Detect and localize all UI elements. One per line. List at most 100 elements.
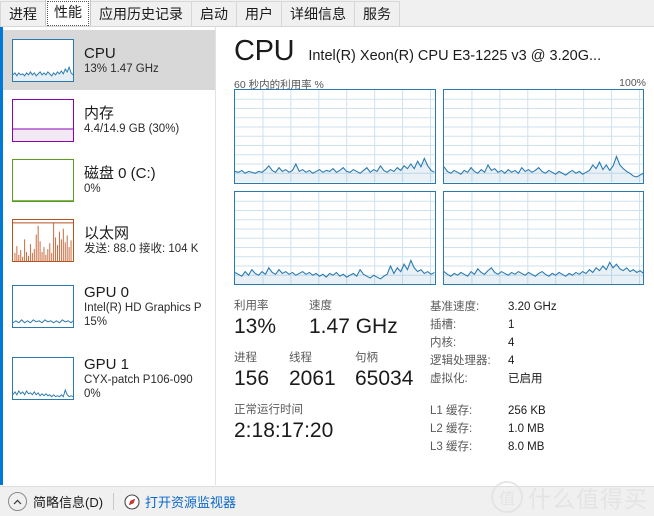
detail-l2-cache-value: 1.0 MB	[508, 423, 545, 435]
sidebar-item-gpu-1-usage: 0%	[84, 387, 101, 400]
processes-value: 156	[234, 367, 270, 390]
handles-value: 65034	[355, 367, 414, 390]
tab-startup[interactable]: 启动	[191, 1, 237, 26]
detail-l3-cache-value: 8.0 MB	[508, 441, 545, 453]
sidebar-item-memory-sub: 4.4/14.9 GB (30%)	[84, 122, 180, 135]
fewer-details-button[interactable]: 简略信息(D)	[8, 492, 103, 511]
detail-l3-cache-label: L3 缓存:	[430, 441, 473, 453]
performance-detail-panel: CPU Intel(R) Xeon(R) CPU E3-1225 v3 @ 3.…	[217, 27, 654, 485]
detail-sockets-label: 插槽:	[430, 319, 457, 331]
sidebar-item-memory[interactable]: 内存 4.4/14.9 GB (30%)	[3, 90, 215, 150]
processes-threads-handles-row: 进程 156 线程 2061 句柄 65034	[234, 351, 430, 392]
tab-processes[interactable]: 进程	[0, 1, 46, 26]
sidebar-item-disk-0[interactable]: 磁盘 0 (C:) 0%	[3, 150, 215, 210]
utilization-label: 利用率	[234, 300, 269, 312]
sidebar-item-gpu-1-text: GPU 1 CYX-patch P106-090 0%	[84, 356, 193, 401]
speed-value: 1.47 GHz	[309, 315, 398, 338]
detail-l2-cache-label: L2 缓存:	[430, 423, 473, 435]
cpu-core-graph-grid[interactable]	[234, 89, 644, 285]
processes-label: 进程	[234, 352, 257, 364]
detail-virtualization-label: 虚拟化:	[430, 373, 468, 385]
open-resource-monitor-button[interactable]: 打开资源监视器	[124, 492, 236, 511]
cpu-stats-left: 利用率 13% 速度 1.47 GHz 进程 156 线程 2061 句柄 65…	[234, 299, 430, 444]
sidebar-item-ethernet[interactable]: 以太网 发送: 88.0 接收: 104 K	[3, 210, 215, 270]
resource-sidebar: CPU 13% 1.47 GHz 内存 4.4/14.9 GB (30%) 磁盘…	[0, 27, 216, 485]
sidebar-item-gpu-1[interactable]: GPU 1 CYX-patch P106-090 0%	[3, 342, 215, 414]
sidebar-item-disk-0-title: 磁盘 0 (C:)	[84, 164, 156, 182]
sidebar-item-gpu-0-sub: Intel(R) HD Graphics P	[84, 301, 202, 314]
core-0-plot	[235, 90, 435, 183]
status-bar: 简略信息(D) 打开资源监视器	[0, 486, 654, 516]
utilization-speed-row: 利用率 13% 速度 1.47 GHz	[234, 299, 430, 340]
detail-l3-cache: L3 缓存: 8.0 MB	[430, 439, 652, 456]
sidebar-item-cpu-text: CPU 13% 1.47 GHz	[84, 45, 159, 76]
tab-details[interactable]: 详细信息	[281, 1, 355, 26]
sidebar-item-memory-text: 内存 4.4/14.9 GB (30%)	[84, 105, 179, 136]
detail-sockets: 插槽: 1	[430, 317, 652, 334]
tab-app-history[interactable]: 应用历史记录	[90, 1, 192, 26]
detail-l1-cache-value: 256 KB	[508, 405, 546, 417]
tab-bar: 进程 性能 应用历史记录 启动 用户 详细信息 服务	[0, 0, 654, 27]
sidebar-item-ethernet-sub: 发送: 88.0 接收: 104 K	[84, 242, 199, 255]
detail-l1-cache: L1 缓存: 256 KB	[430, 403, 652, 420]
detail-base-speed-value: 3.20 GHz	[508, 301, 557, 313]
core-3-plot	[443, 191, 643, 284]
sidebar-item-disk-0-text: 磁盘 0 (C:) 0%	[84, 165, 156, 196]
processes-stat: 进程 156	[234, 351, 289, 392]
tab-services[interactable]: 服务	[354, 1, 400, 26]
uptime-stat: 正常运行时间 2:18:17:20	[234, 403, 430, 444]
tab-performance[interactable]: 性能	[45, 0, 91, 26]
page-title: CPU	[234, 35, 295, 67]
sidebar-item-gpu-1-title: GPU 1	[84, 355, 130, 373]
handles-label: 句柄	[355, 352, 378, 364]
cpu-details-list: 基准速度: 3.20 GHz 插槽: 1 内核: 4 逻辑处理器: 4 虚拟化:…	[430, 299, 652, 457]
resource-monitor-icon	[124, 493, 140, 510]
sidebar-item-disk-0-sub: 0%	[84, 182, 101, 195]
sidebar-item-gpu-1-sub: CYX-patch P106-090	[84, 373, 193, 386]
sidebar-item-memory-title: 内存	[84, 104, 115, 122]
detail-l1-cache-label: L1 缓存:	[430, 405, 473, 417]
tab-users[interactable]: 用户	[236, 1, 282, 26]
sidebar-item-gpu-0-usage: 15%	[84, 315, 108, 328]
cpu-core-0-graph	[234, 89, 436, 184]
sidebar-item-gpu-0[interactable]: GPU 0 Intel(R) HD Graphics P 15%	[3, 270, 215, 342]
detail-virtualization-value: 已启用	[508, 373, 543, 385]
core-2-plot	[235, 191, 435, 284]
ethernet-thumbnail-graph	[12, 218, 74, 262]
open-resource-monitor-label: 打开资源监视器	[145, 495, 237, 510]
detail-logical-processors: 逻辑处理器: 4	[430, 353, 652, 370]
detail-virtualization: 虚拟化: 已启用	[430, 371, 652, 388]
cpu-core-1-graph	[442, 89, 644, 184]
tab-performance-label: 性能	[54, 4, 82, 20]
cpu-thumbnail-graph	[12, 38, 74, 82]
utilization-stat: 利用率 13%	[234, 299, 309, 340]
detail-base-speed: 基准速度: 3.20 GHz	[430, 299, 652, 316]
panel-header: CPU Intel(R) Xeon(R) CPU E3-1225 v3 @ 3.…	[234, 35, 646, 67]
handles-stat: 句柄 65034	[355, 351, 413, 392]
speed-stat: 速度 1.47 GHz	[309, 299, 398, 340]
threads-value: 2061	[289, 367, 336, 390]
sidebar-item-cpu[interactable]: CPU 13% 1.47 GHz	[3, 30, 215, 90]
chevron-up-icon	[8, 492, 27, 511]
cpu-core-3-graph	[442, 190, 644, 285]
sidebar-item-ethernet-title: 以太网	[84, 224, 130, 242]
detail-logical-processors-value: 4	[508, 355, 515, 367]
detail-base-speed-label: 基准速度:	[430, 301, 480, 313]
utilization-value: 13%	[234, 315, 277, 338]
detail-cores: 内核: 4	[430, 335, 652, 352]
gpu-1-thumbnail-graph	[12, 356, 74, 400]
uptime-value: 2:18:17:20	[234, 419, 334, 442]
detail-cores-value: 4	[508, 337, 515, 349]
cpu-core-2-graph	[234, 190, 436, 285]
speed-label: 速度	[309, 300, 332, 312]
disk-thumbnail-graph	[12, 158, 74, 202]
uptime-label: 正常运行时间	[234, 404, 303, 416]
threads-stat: 线程 2061	[289, 351, 355, 392]
memory-thumbnail-graph	[12, 98, 74, 142]
threads-label: 线程	[289, 352, 312, 364]
status-divider	[113, 493, 115, 510]
detail-sockets-value: 1	[508, 319, 515, 331]
fewer-details-label: 简略信息(D)	[33, 495, 104, 510]
detail-cores-label: 内核:	[430, 337, 457, 349]
gpu-0-thumbnail-graph	[12, 284, 74, 328]
